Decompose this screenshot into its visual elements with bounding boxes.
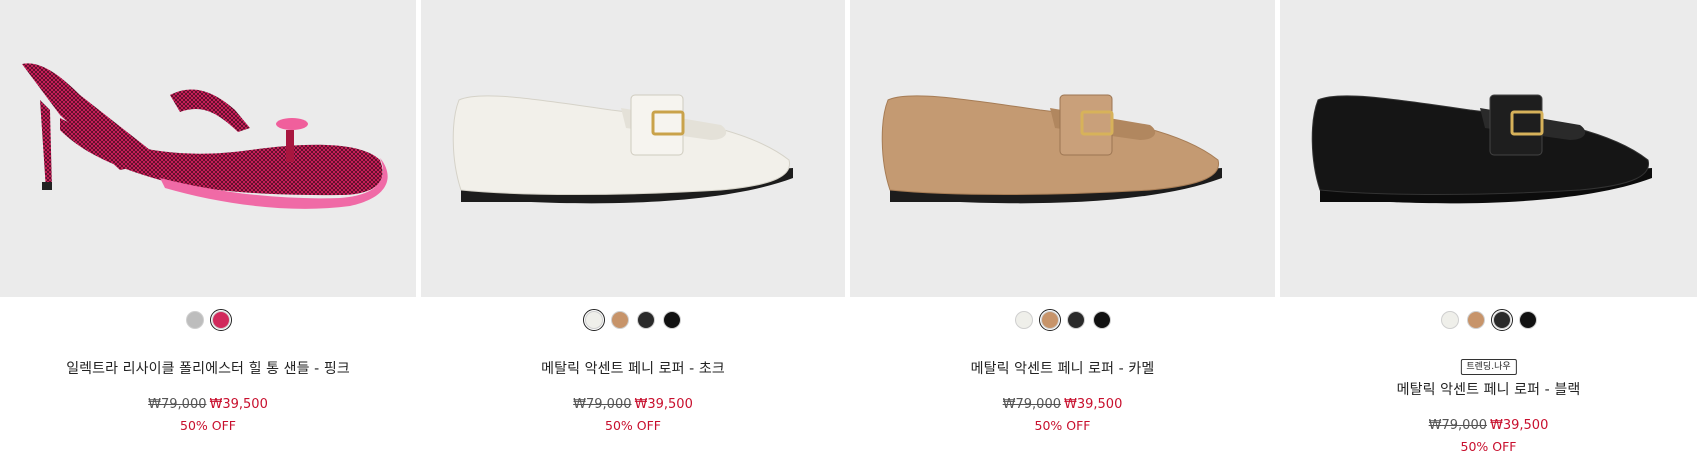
original-price: ₩79,000 <box>1002 397 1061 412</box>
color-swatch[interactable] <box>210 309 232 331</box>
color-swatch[interactable] <box>1490 309 1513 331</box>
color-swatches <box>421 309 845 331</box>
loafer-image <box>1311 94 1652 204</box>
price: ₩79,000 ₩39,500 <box>421 397 845 412</box>
product-name[interactable]: 일렉트라 리사이클 폴리에스터 힐 통 샌들 - 핑크 <box>0 358 416 378</box>
heel-sandal-image <box>22 63 388 209</box>
product-card[interactable]: 메탈릭 악센트 페니 로퍼 - 카멜 ₩79,000 ₩39,500 50% OF… <box>850 0 1275 465</box>
color-swatch[interactable] <box>611 311 629 329</box>
color-swatches <box>850 309 1275 331</box>
price: ₩79,000 ₩39,500 <box>850 397 1275 412</box>
product-image[interactable] <box>0 0 416 297</box>
color-swatch[interactable] <box>1066 311 1085 329</box>
color-swatch[interactable] <box>1466 311 1485 329</box>
sale-price: ₩39,500 <box>1064 397 1123 412</box>
color-swatches <box>0 309 416 331</box>
discount-label: 50% OFF <box>605 418 661 433</box>
color-swatch[interactable] <box>663 311 681 329</box>
product-name[interactable]: 메탈릭 악센트 페니 로퍼 - 카멜 <box>850 358 1275 378</box>
product-grid: 일렉트라 리사이클 폴리에스터 힐 통 샌들 - 핑크 ₩79,000 ₩39,5… <box>0 0 1697 465</box>
product-name[interactable]: 메탈릭 악센트 페니 로퍼 - 초크 <box>421 358 845 378</box>
sale-price: ₩39,500 <box>634 397 693 412</box>
color-swatch[interactable] <box>1092 311 1111 329</box>
color-swatch[interactable] <box>1518 311 1537 329</box>
loafer-image <box>452 94 793 204</box>
color-swatch[interactable] <box>1014 311 1033 329</box>
color-swatch[interactable] <box>637 311 655 329</box>
sale-price: ₩39,500 <box>1490 418 1549 433</box>
product-image[interactable] <box>421 0 845 297</box>
discount-label: 50% OFF <box>180 418 236 433</box>
original-price: ₩79,000 <box>148 397 207 412</box>
product-card[interactable]: 트렌딩.나우 메탈릭 악센트 페니 로퍼 - 블랙 ₩79,000 ₩39,500… <box>1280 0 1697 465</box>
color-swatch[interactable] <box>1038 309 1061 331</box>
discount-label: 50% OFF <box>1460 439 1517 454</box>
color-swatch[interactable] <box>583 309 605 331</box>
discount-label: 50% OFF <box>1034 418 1091 433</box>
product-name[interactable]: 메탈릭 악센트 페니 로퍼 - 블랙 <box>1280 379 1697 399</box>
sale-price: ₩39,500 <box>209 397 268 412</box>
product-card[interactable]: 일렉트라 리사이클 폴리에스터 힐 통 샌들 - 핑크 ₩79,000 ₩39,5… <box>0 0 416 465</box>
original-price: ₩79,000 <box>1428 418 1487 433</box>
product-image[interactable] <box>850 0 1275 297</box>
product-image[interactable] <box>1280 0 1697 297</box>
color-swatches <box>1280 309 1697 331</box>
price: ₩79,000 ₩39,500 <box>1280 418 1697 433</box>
trending-badge: 트렌딩.나우 <box>1460 359 1517 375</box>
original-price: ₩79,000 <box>573 397 632 412</box>
product-card[interactable]: 메탈릭 악센트 페니 로퍼 - 초크 ₩79,000 ₩39,500 50% OF… <box>421 0 845 465</box>
color-swatch[interactable] <box>186 311 204 329</box>
price: ₩79,000 ₩39,500 <box>0 397 416 412</box>
color-swatch[interactable] <box>1440 311 1459 329</box>
loafer-image <box>881 94 1222 204</box>
